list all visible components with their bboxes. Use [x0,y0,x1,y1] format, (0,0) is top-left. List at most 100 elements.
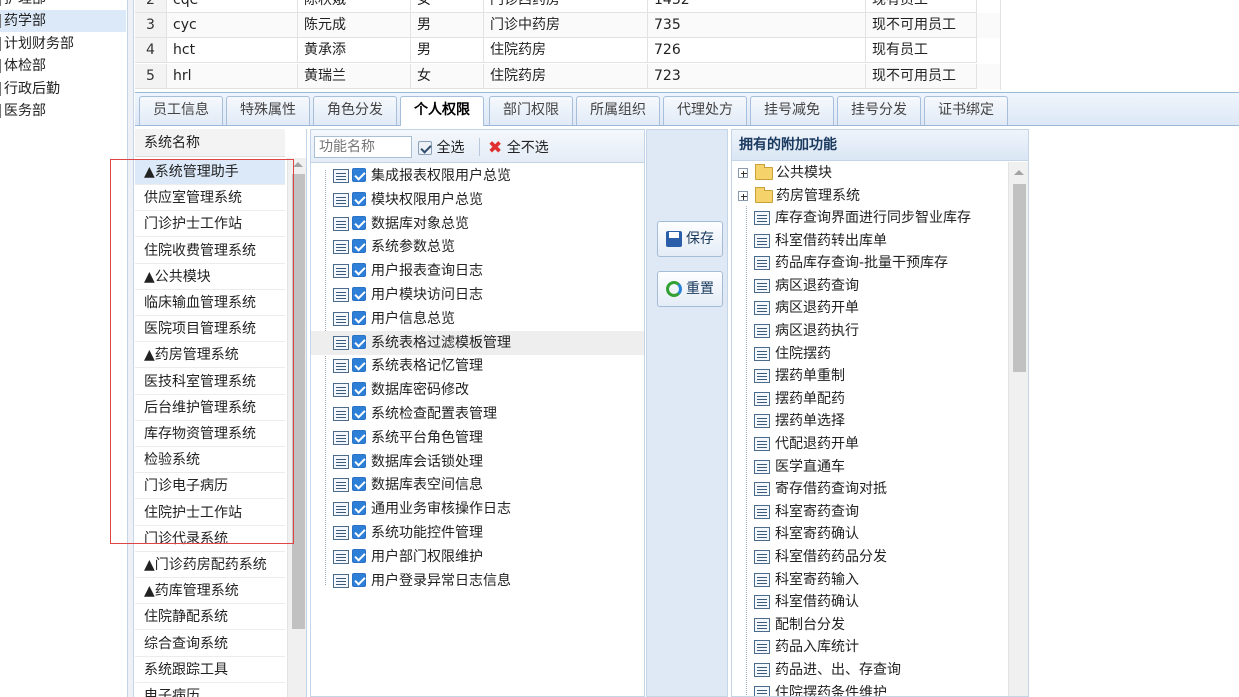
system-list-item[interactable]: ▲公共模块 [135,264,285,290]
function-tree-item[interactable]: 用户部门权限维护 [311,545,644,569]
owned-function-item[interactable]: 病区退药开单 [732,297,1008,319]
system-list-item[interactable]: 供应室管理系统 [135,185,285,212]
department-tree-item[interactable]: 行政后勤 [0,78,60,100]
table-row[interactable]: 5 hrl 黄瑞兰女住院药房 723 现不可用员工 [135,64,1001,89]
function-tree-item[interactable]: 数据库密码修改 [311,378,644,402]
function-tree-item[interactable]: 系统参数总览 [311,235,644,259]
function-checkbox[interactable] [352,263,366,278]
scroll-up-arrow-icon[interactable] [1014,170,1024,175]
owned-function-item[interactable]: 病区退药查询 [732,275,1008,297]
tab-3[interactable]: 个人权限 [400,96,484,126]
function-checkbox[interactable] [352,477,366,492]
function-checkbox[interactable] [352,453,366,468]
table-row[interactable]: 3 cyc 陈元成男门诊中药房 735 现不可用员工 [135,13,1001,38]
function-tree-item[interactable]: 用户报表查询日志 [311,259,644,283]
owned-function-item[interactable]: 摆药单配药 [732,388,1008,410]
system-list-item[interactable]: 后台维护管理系统 [135,395,285,421]
owned-function-item[interactable]: 病区退药执行 [732,320,1008,342]
function-tree-item[interactable]: 系统表格记忆管理 [311,354,644,378]
system-list-item[interactable]: ▲系统管理助手 [135,159,285,185]
function-checkbox[interactable] [352,501,366,516]
system-list-item[interactable]: 医技科室管理系统 [135,369,285,395]
table-row[interactable]: 4 hct 黄承添男住院药房 726 现有员工 [135,38,1001,63]
tab-9[interactable]: 证书绑定 [924,96,1008,125]
owned-function-item[interactable]: 科室借药药品分发 [732,546,1008,568]
tab-6[interactable]: 代理处方 [663,96,747,125]
system-list-scrollbar[interactable] [287,158,306,697]
function-tree-item[interactable]: 数据库表空间信息 [311,473,644,497]
owned-function-item[interactable]: 摆药单重制 [732,365,1008,387]
department-tree-item[interactable]: 计划财务部 [0,33,74,55]
tab-7[interactable]: 挂号减免 [750,96,834,125]
function-tree-item[interactable]: 数据库对象总览 [311,212,644,236]
system-list-item[interactable]: 检验系统 [135,447,285,474]
function-tree-item[interactable]: 模块权限用户总览 [311,188,644,212]
system-list-item[interactable]: 系统跟踪工具 [135,657,285,683]
system-list-item[interactable]: 住院护士工作站 [135,500,285,526]
function-checkbox[interactable] [352,429,366,444]
function-tree-item[interactable]: 系统检查配置表管理 [311,402,644,426]
tab-5[interactable]: 所属组织 [576,96,660,125]
tab-1[interactable]: 特殊属性 [226,96,310,125]
scrollbar-thumb[interactable] [292,174,305,629]
function-tree-item[interactable]: 集成报表权限用户总览 [311,164,644,188]
owned-function-item[interactable]: 科室借药确认 [732,591,1008,613]
owned-function-item[interactable]: 科室借药转出库单 [732,230,1008,252]
owned-folder-node[interactable]: 公共模块 [732,162,1008,184]
function-checkbox[interactable] [352,334,366,349]
scrollbar-thumb[interactable] [1013,184,1026,372]
function-search-input[interactable] [314,136,412,158]
system-list-item[interactable]: ▲药库管理系统 [135,578,285,605]
function-tree-item[interactable]: 用户模块访问日志 [311,283,644,307]
function-checkbox[interactable] [352,239,366,254]
function-tree-item[interactable]: 用户登录异常日志信息 [311,569,644,593]
function-tree-item[interactable]: 数据库会话锁处理 [311,450,644,474]
select-none-button[interactable]: ✖ 全不选 [488,138,549,158]
system-list-item[interactable]: 门诊电子病历 [135,473,285,500]
function-checkbox[interactable] [352,406,366,420]
owned-function-item[interactable]: 医学直通车 [732,456,1008,478]
owned-function-item[interactable]: 药品库存查询-批量干预库存 [732,252,1008,274]
owned-function-item[interactable]: 代配退药开单 [732,433,1008,455]
department-tree-scrollbar[interactable] [128,0,134,697]
tab-0[interactable]: 员工信息 [139,96,223,125]
function-checkbox[interactable] [352,191,366,206]
owned-function-item[interactable]: 寄存借药查询对抵 [732,478,1008,500]
tab-2[interactable]: 角色分发 [313,96,397,125]
owned-functions-scrollbar[interactable] [1008,162,1028,696]
owned-folder-node[interactable]: 药房管理系统 [732,185,1008,207]
owned-function-item[interactable]: 住院摆药条件维护 [732,682,1008,696]
function-tree-item[interactable]: 系统功能控件管理 [311,521,644,545]
department-tree-item[interactable]: 药学部 [0,10,126,32]
reset-button[interactable]: 重置 [657,271,723,307]
system-list-item[interactable]: 门诊护士工作站 [135,211,285,238]
owned-function-item[interactable]: 库存查询界面进行同步智业库存 [732,207,1008,229]
system-list-item[interactable]: ▲药房管理系统 [135,342,285,369]
system-list-item[interactable]: 临床输血管理系统 [135,290,285,316]
department-tree-item[interactable]: 体检部 [0,55,46,77]
function-checkbox[interactable] [352,525,366,539]
function-checkbox[interactable] [352,310,366,325]
function-checkbox[interactable] [352,287,366,301]
function-checkbox[interactable] [352,168,366,182]
owned-function-item[interactable]: 药品进、出、存查询 [732,659,1008,681]
function-tree-item[interactable]: 用户信息总览 [311,307,644,331]
system-list-item[interactable]: ▲门诊药房配药系统 [135,552,285,578]
system-list-item[interactable]: 住院收费管理系统 [135,238,285,264]
function-checkbox[interactable] [352,548,366,563]
function-tree-item[interactable]: 通用业务审核操作日志 [311,497,644,521]
owned-function-item[interactable]: 摆药单选择 [732,410,1008,432]
scroll-up-arrow-icon[interactable] [293,162,303,167]
owned-function-item[interactable]: 住院摆药 [732,343,1008,365]
save-button[interactable]: 保存 [657,221,723,257]
system-list-item[interactable]: 综合查询系统 [135,631,285,657]
function-checkbox[interactable] [352,572,366,587]
expand-plus-icon[interactable] [738,191,748,201]
department-tree-item[interactable]: 医务部 [0,100,46,122]
table-row[interactable]: 2 cqe 陈秋娥女门诊西药房 1432 现有员工 [135,0,1001,13]
system-list-item[interactable]: 医院项目管理系统 [135,316,285,343]
owned-function-item[interactable]: 科室寄药查询 [732,501,1008,523]
system-list-item[interactable]: 住院静配系统 [135,604,285,631]
tab-4[interactable]: 部门权限 [489,96,573,125]
function-checkbox[interactable] [352,215,366,230]
